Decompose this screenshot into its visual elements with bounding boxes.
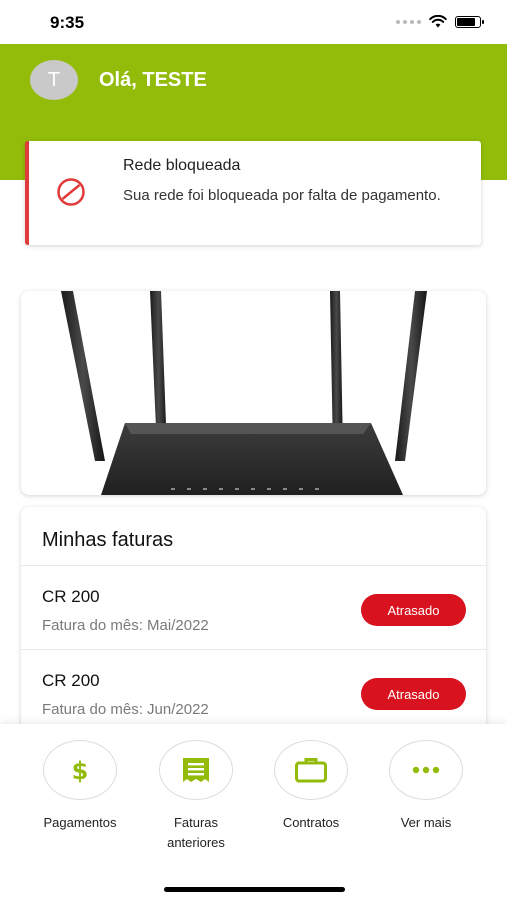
greeting: Olá, TESTE <box>99 69 207 91</box>
contracts-circle[interactable] <box>274 740 348 800</box>
invoice-month: Fatura do mês: Jun/2022 <box>42 701 209 718</box>
avatar[interactable]: T <box>30 60 78 100</box>
contracts-label: Contratos <box>282 815 340 830</box>
router-image <box>61 291 427 495</box>
blocked-network-alert[interactable]: Rede bloqueada Sua rede foi bloqueada po… <box>25 141 481 245</box>
quick-actions-bar: $ Pagamentos Faturas anteriores Contrato… <box>0 724 507 900</box>
status-badge: Atrasado <box>361 594 466 626</box>
previous-invoices-circle[interactable] <box>159 740 233 800</box>
receipt-icon <box>183 758 209 782</box>
briefcase-icon <box>295 758 327 783</box>
previous-invoices-button[interactable]: Faturas anteriores <box>141 740 251 853</box>
blocked-icon <box>57 178 85 206</box>
see-more-circle[interactable] <box>389 740 463 800</box>
payments-circle[interactable]: $ <box>43 740 117 800</box>
router-banner[interactable] <box>21 291 486 495</box>
invoice-name: CR 200 <box>42 671 100 690</box>
payments-button[interactable]: $ Pagamentos <box>25 740 135 833</box>
payments-label: Pagamentos <box>43 815 117 830</box>
invoice-row[interactable]: CR 200 Fatura do mês: Jun/2022 Atrasado <box>21 650 486 734</box>
svg-text:$: $ <box>72 757 89 783</box>
invoices-card: Minhas faturas CR 200 Fatura do mês: Mai… <box>21 507 486 737</box>
previous-invoices-label: Faturas anteriores <box>167 815 225 850</box>
status-bar: 9:35 <box>0 0 507 44</box>
invoice-name: CR 200 <box>42 587 100 606</box>
invoices-title: Minhas faturas <box>42 529 174 551</box>
see-more-button[interactable]: Ver mais <box>371 740 481 833</box>
dollar-icon: $ <box>72 757 89 783</box>
see-more-label: Ver mais <box>400 815 452 830</box>
status-time: 9:35 <box>50 13 85 32</box>
signal-icon <box>396 19 421 24</box>
home-indicator[interactable] <box>164 887 345 892</box>
invoice-row[interactable]: CR 200 Fatura do mês: Mai/2022 Atrasado <box>21 566 486 650</box>
status-icons <box>396 15 484 28</box>
invoice-month: Fatura do mês: Mai/2022 <box>42 617 209 634</box>
avatar-initial: T <box>47 68 61 91</box>
battery-icon <box>455 15 484 28</box>
contracts-button[interactable]: Contratos <box>256 740 366 833</box>
alert-message: Sua rede foi bloqueada por falta de paga… <box>123 187 441 204</box>
alert-title: Rede bloqueada <box>123 157 241 174</box>
wifi-icon <box>429 15 447 28</box>
status-badge: Atrasado <box>361 678 466 710</box>
more-icon <box>412 766 440 774</box>
